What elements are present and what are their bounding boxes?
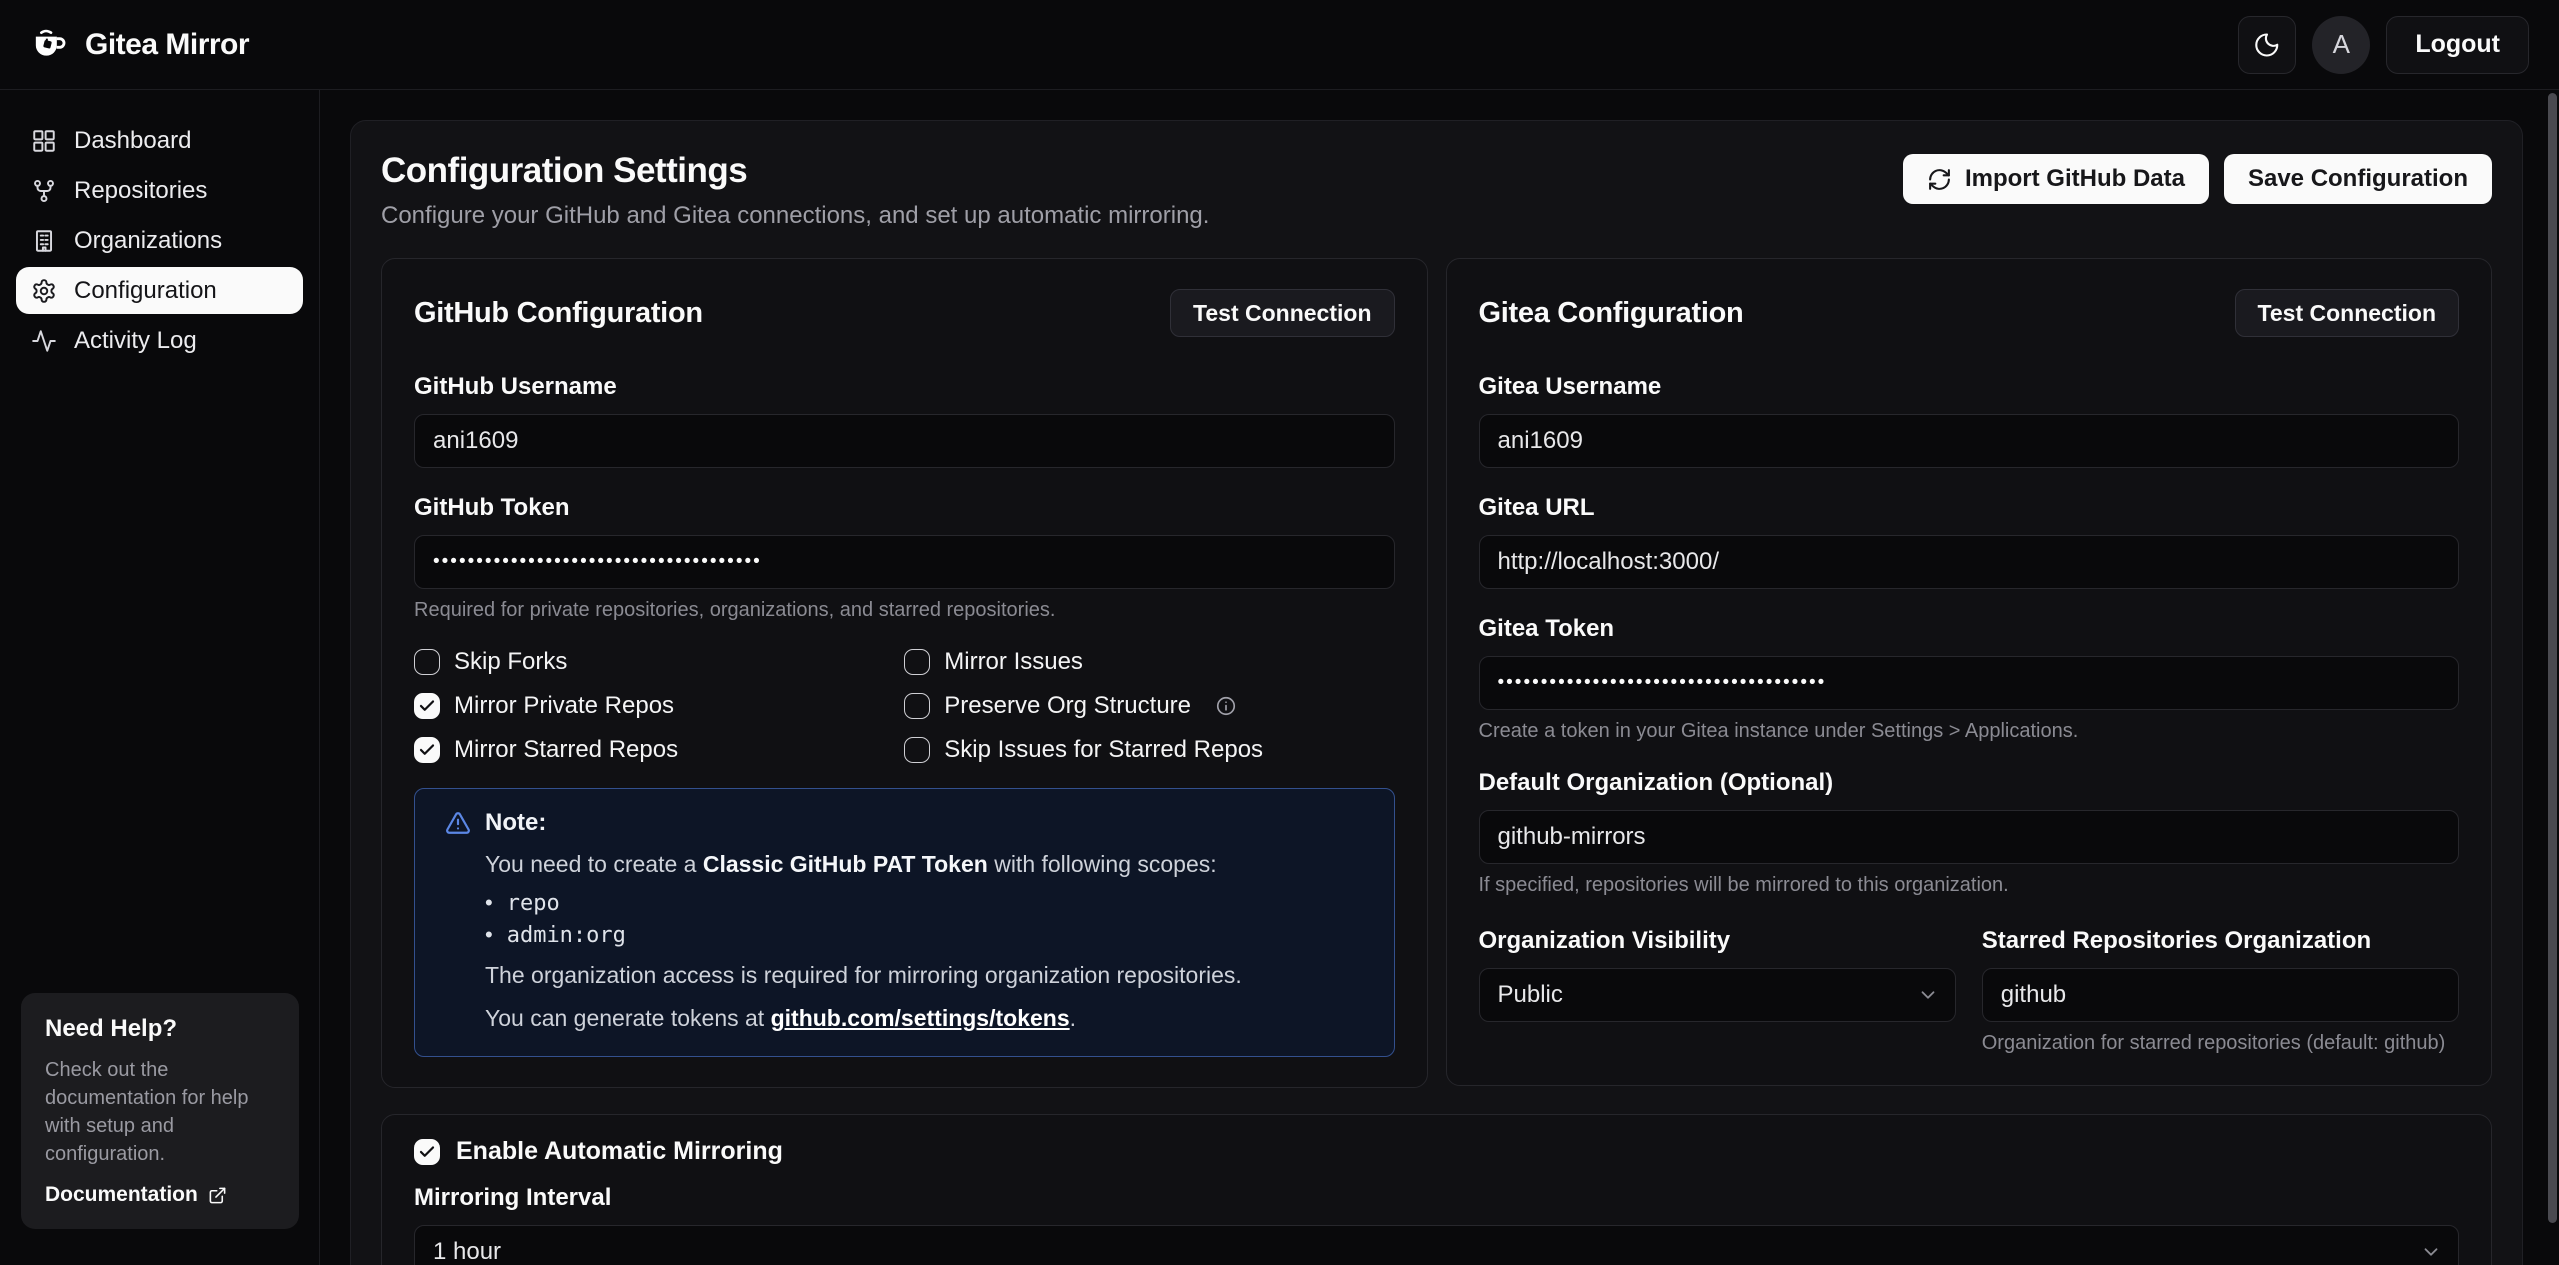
page-subtitle: Configure your GitHub and Gitea connecti…: [381, 202, 1209, 230]
scope-item: •admin:org: [485, 922, 1364, 948]
gitea-url-input[interactable]: [1479, 535, 2460, 589]
automatic-mirroring-card: Enable Automatic Mirroring Mirroring Int…: [381, 1114, 2492, 1265]
checkbox-skip-forks[interactable]: Skip Forks: [414, 648, 904, 676]
chevron-down-icon: [2420, 1241, 2442, 1263]
settings-panel: Configuration Settings Configure your Gi…: [350, 120, 2523, 1265]
checkbox-mirror-issues[interactable]: Mirror Issues: [904, 648, 1394, 676]
activity-icon: [31, 328, 57, 354]
logout-button[interactable]: Logout: [2386, 16, 2529, 74]
sidebar: Dashboard Repositories Organizations Con…: [0, 90, 320, 1265]
warning-triangle-icon: [445, 810, 471, 836]
avatar[interactable]: A: [2312, 16, 2370, 74]
gitea-token-helper: Create a token in your Gitea instance un…: [1479, 720, 2460, 743]
checkbox-icon[interactable]: [904, 649, 930, 675]
info-icon[interactable]: [1215, 695, 1237, 717]
default-organization-helper: If specified, repositories will be mirro…: [1479, 874, 2460, 897]
help-title: Need Help?: [45, 1015, 275, 1043]
git-fork-icon: [31, 178, 57, 204]
dashboard-grid-icon: [31, 128, 57, 154]
github-configuration-card: GitHub Configuration Test Connection Git…: [381, 258, 1428, 1088]
gitea-username-input[interactable]: [1479, 414, 2460, 468]
page-title: Configuration Settings: [381, 151, 1209, 191]
default-organization-label: Default Organization (Optional): [1479, 769, 2460, 797]
tokens-settings-link[interactable]: github.com/settings/tokens: [771, 1005, 1070, 1031]
building-icon: [31, 228, 57, 254]
starred-org-input[interactable]: [1982, 968, 2459, 1022]
sidebar-item-repositories[interactable]: Repositories: [16, 167, 303, 214]
gitea-url-label: Gitea URL: [1479, 494, 2460, 522]
checkbox-icon[interactable]: [414, 693, 440, 719]
checkbox-icon[interactable]: [904, 693, 930, 719]
checkbox-skip-issues-starred[interactable]: Skip Issues for Starred Repos: [904, 736, 1394, 764]
documentation-link[interactable]: Documentation: [45, 1183, 275, 1207]
gitea-username-label: Gitea Username: [1479, 373, 2460, 401]
organization-visibility-select[interactable]: Public: [1479, 968, 1956, 1022]
import-github-data-button[interactable]: Import GitHub Data: [1903, 154, 2209, 204]
gitea-card-title: Gitea Configuration: [1479, 297, 1744, 330]
moon-icon: [2253, 31, 2281, 59]
sidebar-item-activity-log[interactable]: Activity Log: [16, 317, 303, 364]
scope-item: •repo: [485, 890, 1364, 916]
mirroring-interval-select[interactable]: 1 hour: [414, 1225, 2459, 1265]
help-card: Need Help? Check out the documentation f…: [21, 993, 299, 1229]
sidebar-item-dashboard[interactable]: Dashboard: [16, 117, 303, 164]
default-organization-input[interactable]: [1479, 810, 2460, 864]
github-token-input[interactable]: ••••••••••••••••••••••••••••••••••••••: [414, 535, 1395, 589]
brand-title: Gitea Mirror: [85, 28, 249, 62]
note-org-access: The organization access is required for …: [485, 960, 1364, 991]
note-heading: Note:: [485, 809, 546, 837]
brand: Gitea Mirror: [30, 25, 249, 65]
checkbox-preserve-org-structure[interactable]: Preserve Org Structure: [904, 692, 1394, 720]
checkbox-icon[interactable]: [414, 737, 440, 763]
pat-token-note: Note: You need to create a Classic GitHu…: [414, 788, 1395, 1057]
gear-icon: [31, 278, 57, 304]
organization-visibility-label: Organization Visibility: [1479, 927, 1956, 955]
theme-toggle-button[interactable]: [2238, 16, 2296, 74]
mirroring-interval-label: Mirroring Interval: [414, 1184, 2459, 1212]
note-scopes-list: •repo •admin:org: [485, 890, 1364, 948]
sidebar-item-configuration[interactable]: Configuration: [16, 267, 303, 314]
save-configuration-button[interactable]: Save Configuration: [2224, 154, 2492, 204]
sidebar-item-organizations[interactable]: Organizations: [16, 217, 303, 264]
github-username-input[interactable]: [414, 414, 1395, 468]
checkbox-icon[interactable]: [414, 649, 440, 675]
top-navbar: Gitea Mirror A Logout: [0, 0, 2559, 90]
gitea-logo-icon: [30, 25, 70, 65]
gitea-test-connection-button[interactable]: Test Connection: [2235, 289, 2459, 337]
checkbox-mirror-starred-repos[interactable]: Mirror Starred Repos: [414, 736, 904, 764]
checkbox-mirror-private-repos[interactable]: Mirror Private Repos: [414, 692, 904, 720]
starred-org-label: Starred Repositories Organization: [1982, 927, 2459, 955]
gitea-token-label: Gitea Token: [1479, 615, 2460, 643]
github-username-label: GitHub Username: [414, 373, 1395, 401]
checkbox-icon[interactable]: [904, 737, 930, 763]
checkbox-icon[interactable]: [414, 1139, 440, 1165]
main-content: Configuration Settings Configure your Gi…: [320, 90, 2559, 1265]
external-link-icon: [208, 1186, 227, 1205]
github-test-connection-button[interactable]: Test Connection: [1170, 289, 1394, 337]
help-body: Check out the documentation for help wit…: [45, 1056, 275, 1168]
gitea-configuration-card: Gitea Configuration Test Connection Gite…: [1446, 258, 2493, 1086]
note-generate: You can generate tokens at github.com/se…: [485, 1003, 1364, 1034]
enable-automatic-mirroring-checkbox[interactable]: Enable Automatic Mirroring: [414, 1137, 2459, 1166]
github-token-label: GitHub Token: [414, 494, 1395, 522]
refresh-icon: [1927, 167, 1952, 192]
gitea-token-input[interactable]: ••••••••••••••••••••••••••••••••••••••: [1479, 656, 2460, 710]
github-card-title: GitHub Configuration: [414, 297, 703, 330]
page-scrollbar[interactable]: [2548, 93, 2557, 1223]
starred-org-helper: Organization for starred repositories (d…: [1982, 1032, 2459, 1055]
note-intro: You need to create a Classic GitHub PAT …: [485, 849, 1364, 880]
chevron-down-icon: [1917, 984, 1939, 1006]
github-token-helper: Required for private repositories, organ…: [414, 599, 1395, 622]
